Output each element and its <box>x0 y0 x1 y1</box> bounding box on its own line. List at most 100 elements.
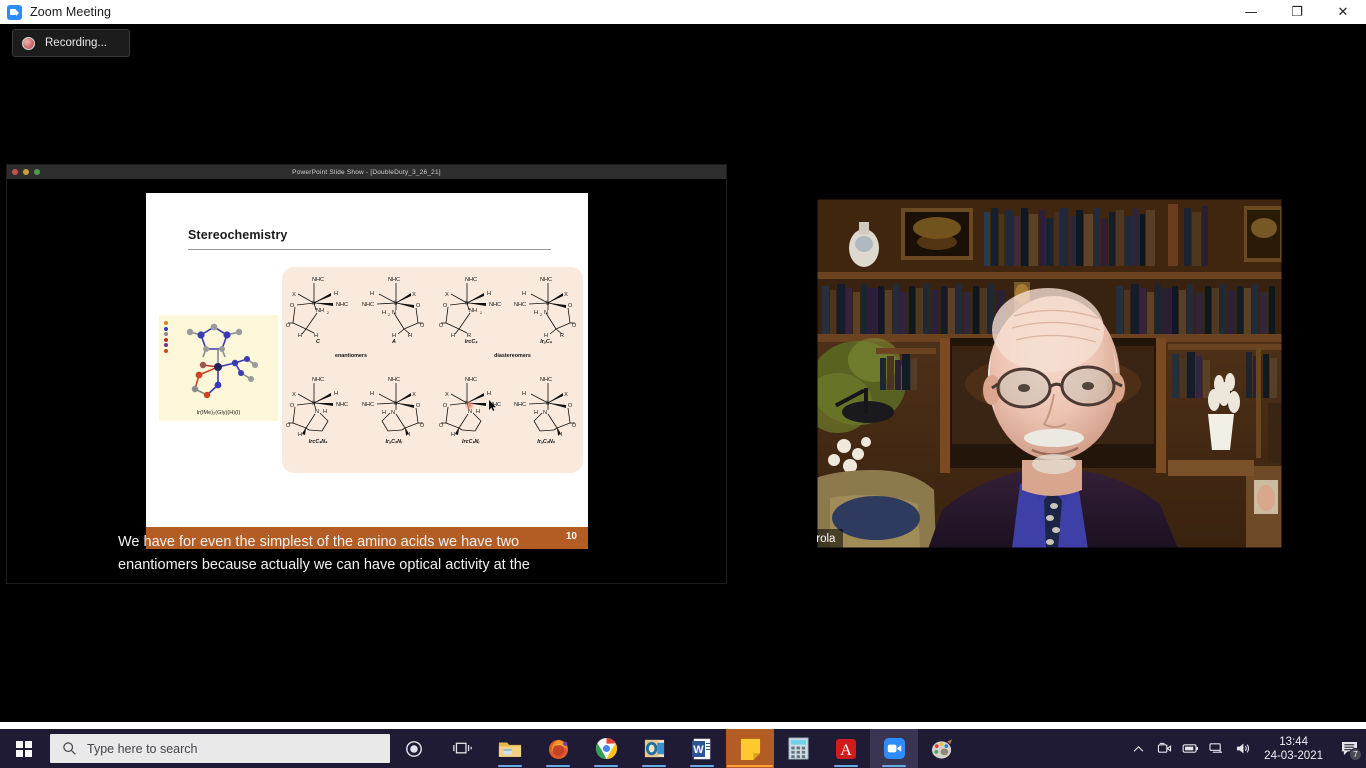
taskbar-app-word[interactable]: W <box>678 729 726 768</box>
svg-text:2: 2 <box>480 311 482 315</box>
svg-text:NHC: NHC <box>362 302 374 308</box>
svg-text:Ir: Ir <box>465 301 469 307</box>
acrobat-icon: A <box>836 738 856 759</box>
clock[interactable]: 13:44 24-03-2021 <box>1255 729 1332 768</box>
svg-text:X: X <box>445 292 449 298</box>
molecule-label-bottom-4: IrₐCₛNₛ <box>537 439 555 445</box>
title-underline <box>188 249 551 250</box>
windows-taskbar: Type here to search W A 13:44 24-03-2021… <box>0 729 1366 768</box>
molecule-label-top-4: IrₐCₛ <box>540 339 552 345</box>
network-tray-button[interactable] <box>1203 729 1229 768</box>
mouse-cursor <box>489 400 496 411</box>
restore-button[interactable]: ❐ <box>1274 0 1320 24</box>
network-icon <box>1209 743 1222 753</box>
stereochemistry-diagram-panel: NHC X H NHC O NH 2 O H H Ir C NHC H X NH… <box>282 267 583 473</box>
slide-stage: Stereochemistry Ir(IMe)₂(Gly)(H)(I) NHC … <box>7 179 726 583</box>
molecule-label-bottom-3: IrᴄCₛNᵣ <box>462 439 480 445</box>
atom-color-legend <box>164 321 173 354</box>
battery-tray-button[interactable] <box>1177 729 1203 768</box>
svg-text:H: H <box>298 432 302 438</box>
search-icon <box>63 742 76 755</box>
svg-text:X: X <box>412 292 416 298</box>
taskbar-app-acrobat[interactable]: A <box>822 729 870 768</box>
molecule-label-top-2: A <box>392 339 396 345</box>
close-button[interactable]: ✕ <box>1320 0 1366 24</box>
windows-start-icon <box>16 740 32 757</box>
app-running-underline <box>594 764 618 767</box>
svg-text:O: O <box>290 303 295 309</box>
live-caption-area: We have for even the simplest of the ami… <box>7 531 726 583</box>
svg-text:O: O <box>439 423 444 429</box>
svg-text:Ir: Ir <box>394 301 398 307</box>
svg-text:H: H <box>522 391 526 397</box>
svg-text:NHC: NHC <box>489 302 501 308</box>
molecule-label-top-1: C <box>316 339 320 345</box>
svg-text:NHC: NHC <box>465 377 477 383</box>
sticky-notes-icon <box>740 738 760 760</box>
powerpoint-title-bar: PowerPoint Slide Show - [DoubleDuty_3_26… <box>7 165 726 179</box>
presentation-slide: Stereochemistry Ir(IMe)₂(Gly)(H)(I) NHC … <box>146 193 588 527</box>
app-running-underline <box>498 764 522 767</box>
paint-icon <box>931 738 952 759</box>
video-feed <box>816 198 1283 549</box>
svg-text:X: X <box>412 392 416 398</box>
cortana-button[interactable] <box>390 729 438 768</box>
minimize-button[interactable]: — <box>1228 0 1274 24</box>
camera-tray-button[interactable] <box>1151 729 1177 768</box>
taskbar-app-chrome[interactable] <box>582 729 630 768</box>
show-hidden-icons-button[interactable] <box>1125 729 1151 768</box>
start-button[interactable] <box>0 729 48 768</box>
shared-screen-region: PowerPoint Slide Show - [DoubleDuty_3_26… <box>6 164 727 584</box>
molecular-model-box: Ir(IMe)₂(Gly)(H)(I) <box>159 315 278 421</box>
app-active-underline <box>727 764 773 767</box>
svg-text:X: X <box>564 292 568 298</box>
volume-tray-button[interactable] <box>1229 729 1255 768</box>
slide-title: Stereochemistry <box>188 228 288 242</box>
word-icon: W <box>692 738 711 759</box>
svg-text:O: O <box>286 423 291 429</box>
taskbar-app-firefox[interactable] <box>534 729 582 768</box>
svg-text:X: X <box>445 392 449 398</box>
chrome-icon <box>595 737 617 760</box>
task-view-button[interactable] <box>438 729 486 768</box>
taskbar-app-sticky-notes[interactable] <box>726 729 774 768</box>
molecule-bottom-2: NHC H X NHC O H N O H Ir <box>360 373 428 443</box>
svg-text:O: O <box>439 323 444 329</box>
cortana-circle-icon <box>406 740 422 757</box>
svg-text:NH: NH <box>316 308 324 314</box>
camera-icon <box>1157 742 1171 753</box>
svg-text:H: H <box>476 409 480 415</box>
group-label-enantiomers: enantiomers <box>334 353 368 359</box>
recording-indicator[interactable]: Recording... <box>12 29 130 57</box>
search-input[interactable]: Type here to search <box>50 734 390 763</box>
participant-video-tile[interactable]: Joseph Merola <box>816 198 1283 549</box>
svg-text:NHC: NHC <box>312 377 324 383</box>
participant-name: Joseph Merola <box>816 533 836 545</box>
svg-text:H: H <box>370 391 374 397</box>
svg-text:W: W <box>693 744 704 756</box>
svg-text:H: H <box>487 391 491 397</box>
notification-count-badge: 7 <box>1349 748 1362 761</box>
taskbar-app-calculator[interactable] <box>774 729 822 768</box>
app-running-underline <box>690 764 714 767</box>
svg-text:O: O <box>443 403 448 409</box>
action-center-button[interactable]: 7 <box>1332 729 1366 768</box>
molecule-top-3: NHC X H NHC O NH 2 O H R Ir <box>437 273 505 343</box>
svg-text:NHC: NHC <box>336 302 348 308</box>
svg-text:NHC: NHC <box>540 277 552 283</box>
file-explorer-icon <box>498 742 522 757</box>
svg-text:O: O <box>572 423 577 429</box>
svg-text:NHC: NHC <box>312 277 324 283</box>
taskbar-app-outlook[interactable] <box>630 729 678 768</box>
model-caption: Ir(IMe)₂(Gly)(H)(I) <box>196 410 241 416</box>
svg-text:H: H <box>451 432 455 438</box>
taskbar-app-zoom[interactable] <box>870 729 918 768</box>
taskbar-app-file-explorer[interactable] <box>486 729 534 768</box>
svg-text:2: 2 <box>388 313 390 317</box>
clock-time: 13:44 <box>1279 735 1308 748</box>
participant-name-badge: Joseph Merola <box>816 529 844 549</box>
taskbar-app-paint[interactable] <box>918 729 966 768</box>
svg-text:O: O <box>443 303 448 309</box>
svg-text:2: 2 <box>540 313 542 317</box>
svg-text:NHC: NHC <box>336 402 348 408</box>
